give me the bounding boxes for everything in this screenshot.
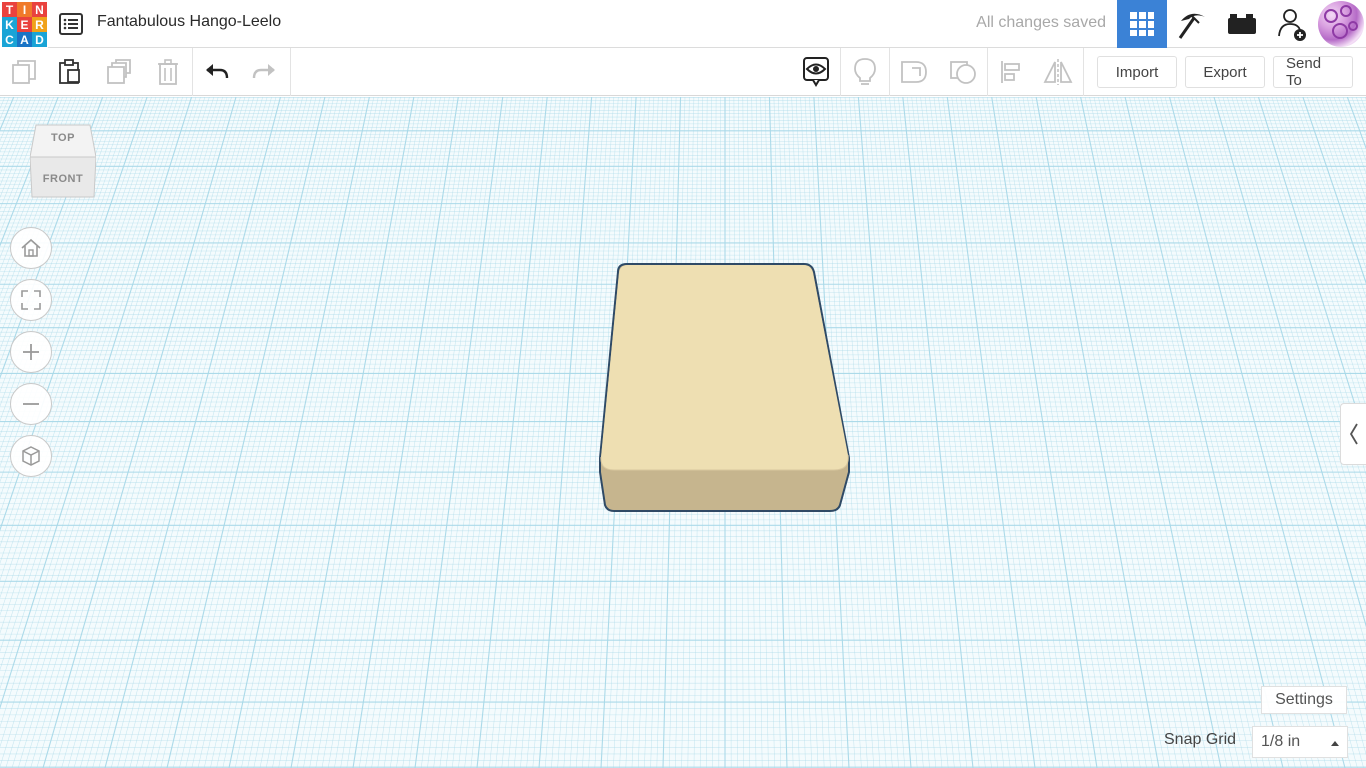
redo-icon	[252, 64, 275, 79]
align-icon	[1001, 61, 1020, 83]
copy-icon	[12, 60, 36, 84]
list-icon	[59, 13, 83, 35]
perspective-toggle-button[interactable]	[10, 435, 52, 477]
user-avatar-button[interactable]	[1316, 0, 1366, 48]
caret-up-icon	[1331, 741, 1339, 746]
ungroup-button[interactable]	[946, 56, 980, 88]
import-button[interactable]: Import	[1097, 56, 1177, 88]
send-to-button[interactable]: Send To	[1273, 55, 1353, 89]
copy-button[interactable]	[7, 56, 41, 88]
fit-view-button[interactable]	[10, 279, 52, 321]
toolbar-divider	[1083, 48, 1084, 96]
zoom-in-icon	[23, 344, 39, 360]
mirror-button[interactable]	[1041, 56, 1075, 88]
snap-grid-label: Snap Grid	[1164, 731, 1237, 748]
tinkercad-logo[interactable]: T I N K E R C A D	[0, 0, 48, 48]
workplane-canvas[interactable]	[0, 97, 1366, 768]
view-cube-front-face[interactable]: FRONT	[30, 173, 96, 185]
undo-button[interactable]	[200, 56, 234, 88]
home-icon	[21, 238, 41, 257]
logo-letter: N	[32, 2, 47, 17]
paste-button[interactable]	[53, 56, 87, 88]
grid-icon	[1130, 12, 1154, 36]
redo-button[interactable]	[247, 56, 281, 88]
snap-grid-select[interactable]: 1/8 in	[1252, 726, 1348, 758]
toolbar-divider	[290, 48, 291, 96]
codeblocks-mode-button[interactable]	[1167, 0, 1217, 48]
light-bulb-icon	[854, 58, 876, 85]
snap-grid-value: 1/8 in	[1261, 733, 1301, 750]
box-shape[interactable]	[599, 263, 850, 512]
design-menu-button[interactable]	[58, 11, 84, 37]
duplicate-icon	[107, 59, 131, 84]
duplicate-button[interactable]	[102, 56, 136, 88]
perspective-icon	[22, 446, 40, 466]
save-status: All changes saved	[976, 14, 1106, 31]
view-cube[interactable]: TOP FRONT	[29, 123, 97, 199]
toolbar-divider	[192, 48, 193, 96]
zoom-out-button[interactable]	[10, 383, 52, 425]
brick-icon	[1228, 14, 1256, 34]
toolbar-divider	[840, 48, 841, 96]
chevron-left-icon	[1349, 423, 1358, 445]
notes-button[interactable]	[848, 56, 882, 88]
edit-toolbar: Import Export Send To	[0, 48, 1366, 96]
toolbar-divider	[889, 48, 890, 96]
ungroup-icon	[950, 61, 976, 84]
undo-icon	[206, 64, 229, 79]
show-all-icon	[803, 57, 829, 87]
logo-letter: D	[32, 32, 47, 47]
mirror-icon	[1043, 59, 1073, 85]
home-view-button[interactable]	[10, 227, 52, 269]
logo-letter: T	[2, 2, 17, 17]
avatar	[1318, 1, 1364, 47]
settings-button[interactable]: Settings	[1261, 686, 1347, 714]
pickaxe-icon	[1178, 13, 1205, 39]
invite-user-button[interactable]	[1267, 0, 1317, 48]
logo-letter: E	[17, 17, 32, 32]
toolbar-divider	[987, 48, 988, 96]
export-button[interactable]: Export	[1185, 56, 1265, 88]
top-header: T I N K E R C A D Fantabulous Hango-Leel…	[0, 0, 1366, 48]
add-user-icon	[1278, 9, 1306, 41]
zoom-out-icon	[23, 403, 39, 405]
logo-letter: C	[2, 32, 17, 47]
bricks-mode-button[interactable]	[1217, 0, 1267, 48]
group-button[interactable]	[897, 56, 931, 88]
zoom-in-button[interactable]	[10, 331, 52, 373]
design-title[interactable]: Fantabulous Hango-Leelo	[97, 13, 281, 31]
show-all-button[interactable]	[799, 56, 833, 88]
align-button[interactable]	[995, 56, 1029, 88]
workplane-grid[interactable]	[0, 97, 1366, 768]
paste-icon	[59, 59, 80, 84]
group-icon	[901, 61, 927, 83]
shapes-panel-toggle[interactable]	[1340, 403, 1366, 465]
logo-letter: K	[2, 17, 17, 32]
logo-letter: A	[17, 32, 32, 47]
delete-icon	[158, 59, 178, 85]
logo-letter: R	[32, 17, 47, 32]
fit-view-icon	[21, 290, 41, 310]
3d-design-mode-button[interactable]	[1117, 0, 1167, 48]
logo-letter: I	[17, 2, 32, 17]
delete-button[interactable]	[151, 56, 185, 88]
view-cube-top-face[interactable]: TOP	[30, 132, 96, 144]
